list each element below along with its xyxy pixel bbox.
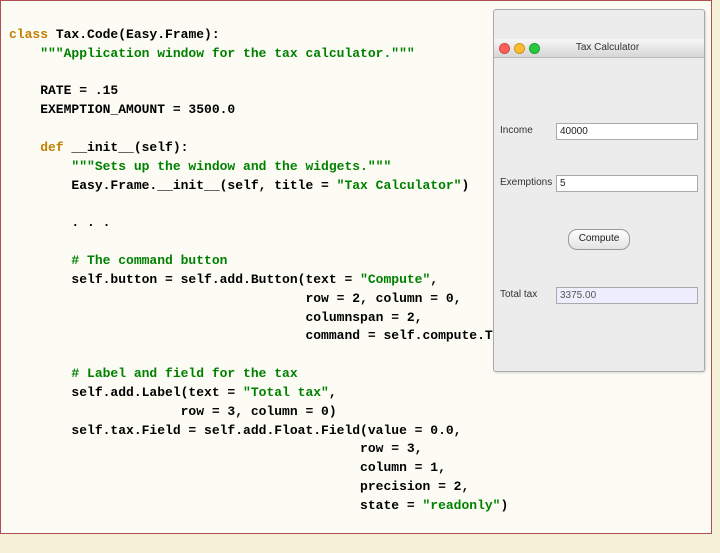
minimize-icon[interactable] (514, 43, 525, 54)
button-line-c: , (430, 272, 438, 287)
income-field[interactable]: 40000 (556, 123, 698, 140)
close-icon[interactable] (499, 43, 510, 54)
rate-line: RATE = .15 (9, 83, 118, 98)
titlebar[interactable]: Tax Calculator (494, 39, 704, 58)
window-body: Income 40000 Exemptions 5 Compute Total … (494, 87, 704, 342)
taxfield-state-a: state = (9, 498, 422, 513)
comment-button: # The command button (9, 253, 227, 268)
docstring-init: """Sets up the window and the widgets.""… (9, 159, 391, 174)
init-sig: __init__(self): (64, 140, 189, 155)
taxfield-col: column = 1, (9, 460, 446, 475)
taxfield-state-c: ) (500, 498, 508, 513)
easyframe-call-c: ) (461, 178, 469, 193)
totaltax-label: Total tax (500, 288, 556, 303)
label-line-a: self.add.Label(text = (9, 385, 243, 400)
window-title: Tax Calculator (544, 41, 671, 56)
button-line-a: self.button = self.add.Button(text = (9, 272, 360, 287)
taxfield-prec: precision = 2, (9, 479, 469, 494)
easyframe-call-a: Easy.Frame.__init__(self, title = (9, 178, 337, 193)
button-command: command = self.compute.Tax) (9, 328, 516, 343)
class-decl: Tax.Code(Easy.Frame): (48, 27, 220, 42)
row-income: Income 40000 (500, 123, 698, 140)
label-line-c: , (329, 385, 337, 400)
button-colspan: columnspan = 2, (9, 310, 422, 325)
row-totaltax: Total tax 3375.00 (500, 287, 698, 304)
label-row: row = 3, column = 0) (9, 404, 337, 419)
str-compute: "Compute" (360, 272, 430, 287)
taxfield-row: row = 3, (9, 441, 422, 456)
docstring-class: """Application window for the tax calcul… (9, 46, 415, 61)
comment-label: # Label and field for the tax (9, 366, 298, 381)
exemptions-label: Exemptions (500, 176, 556, 191)
app-window: Tax Calculator Income 40000 Exemptions 5… (493, 9, 705, 372)
ellipsis: . . . (9, 215, 110, 230)
income-label: Income (500, 124, 556, 139)
zoom-icon[interactable] (529, 43, 540, 54)
taxfield-line: self.tax.Field = self.add.Float.Field(va… (9, 423, 461, 438)
row-exemptions: Exemptions 5 (500, 175, 698, 192)
button-row: row = 2, column = 0, (9, 291, 461, 306)
kw-class: class (9, 27, 48, 42)
row-compute: Compute (500, 229, 698, 250)
code-listing: class Tax.Code(Easy.Frame): """Applicati… (0, 0, 712, 534)
exemption-line: EXEMPTION_AMOUNT = 3500.0 (9, 102, 235, 117)
exemptions-field[interactable]: 5 (556, 175, 698, 192)
str-title: "Tax Calculator" (337, 178, 462, 193)
compute-button[interactable]: Compute (568, 229, 631, 250)
totaltax-field: 3375.00 (556, 287, 698, 304)
str-readonly: "readonly" (422, 498, 500, 513)
str-totaltax: "Total tax" (243, 385, 329, 400)
kw-def: def (9, 140, 64, 155)
